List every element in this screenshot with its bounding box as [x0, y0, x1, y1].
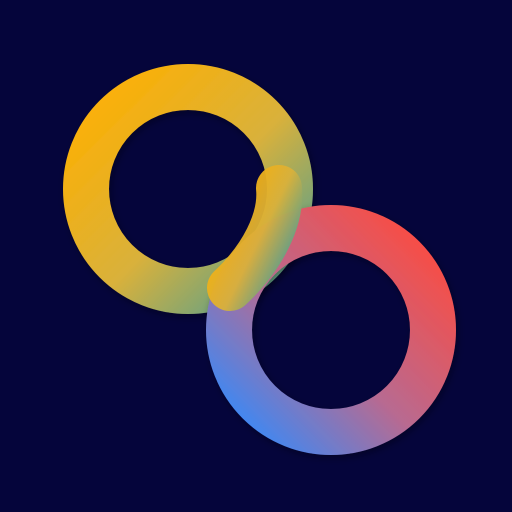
logo-canvas	[0, 0, 512, 512]
interlocking-rings-logo-icon	[0, 0, 512, 512]
